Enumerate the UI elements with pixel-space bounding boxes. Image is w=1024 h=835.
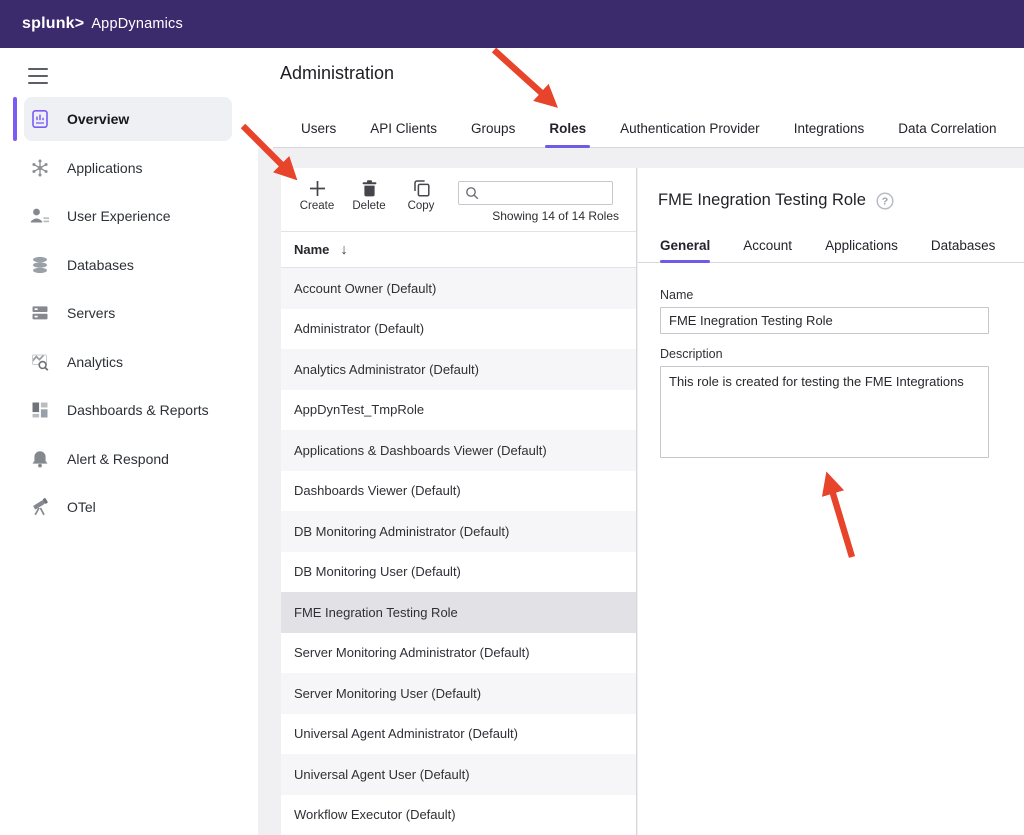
- role-row[interactable]: AppDynTest_TmpRole: [281, 390, 636, 431]
- otel-icon: [30, 497, 50, 517]
- admin-tabs: Users API Clients Groups Roles Authentic…: [301, 110, 997, 148]
- sidebar-item-user-experience[interactable]: User Experience: [0, 194, 258, 238]
- topbar: splunk> AppDynamics: [0, 0, 1024, 48]
- role-row[interactable]: Server Monitoring User (Default): [281, 673, 636, 714]
- sidebar: Overview Applications: [0, 48, 258, 835]
- sort-descending-icon[interactable]: ↓: [340, 242, 347, 258]
- role-row[interactable]: Universal Agent User (Default): [281, 754, 636, 795]
- sidebar-item-servers[interactable]: Servers: [0, 291, 258, 335]
- sidebar-item-label: Databases: [67, 257, 134, 273]
- roles-column-header: Name ↓: [281, 232, 636, 268]
- sidebar-item-label: OTel: [67, 499, 96, 515]
- role-description-textarea[interactable]: This role is created for testing the FME…: [660, 366, 989, 458]
- sidebar-item-alert-respond[interactable]: Alert & Respond: [0, 437, 258, 481]
- tab-integrations[interactable]: Integrations: [794, 110, 865, 148]
- tab-api-clients[interactable]: API Clients: [370, 110, 437, 148]
- role-row[interactable]: Analytics Administrator (Default): [281, 349, 636, 390]
- roles-count-text: Showing 14 of 14 Roles: [492, 209, 619, 223]
- sidebar-item-databases[interactable]: Databases: [0, 243, 258, 287]
- copy-button-label: Copy: [408, 200, 435, 212]
- dashboards-reports-icon: [30, 400, 50, 420]
- sidebar-item-label: User Experience: [67, 208, 171, 224]
- sidebar-item-analytics[interactable]: Analytics: [0, 340, 258, 384]
- tab-roles[interactable]: Roles: [549, 110, 586, 148]
- sidebar-item-label: Overview: [67, 111, 129, 127]
- alert-respond-icon: [30, 449, 50, 469]
- copy-icon: [412, 179, 431, 198]
- delete-button-label: Delete: [352, 200, 385, 212]
- trash-icon: [360, 179, 379, 198]
- roles-toolbar: Create Delete Copy: [281, 168, 636, 232]
- sidebar-item-overview[interactable]: Overview: [24, 97, 232, 141]
- role-row[interactable]: Universal Agent Administrator (Default): [281, 714, 636, 755]
- splunk-logo: splunk>: [22, 15, 84, 33]
- role-row[interactable]: Applications & Dashboards Viewer (Defaul…: [281, 430, 636, 471]
- analytics-icon: [30, 352, 50, 372]
- create-button[interactable]: Create: [291, 175, 343, 212]
- tab-users[interactable]: Users: [301, 110, 336, 148]
- databases-icon: [30, 255, 50, 275]
- sidebar-item-applications[interactable]: Applications: [0, 146, 258, 190]
- description-field-label: Description: [660, 347, 1024, 361]
- tab-authentication-provider[interactable]: Authentication Provider: [620, 110, 760, 148]
- role-row[interactable]: DB Monitoring Administrator (Default): [281, 511, 636, 552]
- role-row[interactable]: Server Monitoring Administrator (Default…: [281, 633, 636, 674]
- roles-search-box[interactable]: [458, 181, 613, 205]
- sidebar-item-label: Applications: [67, 160, 143, 176]
- sidebar-item-label: Servers: [67, 305, 115, 321]
- name-field-label: Name: [660, 288, 1024, 302]
- appdynamics-logo-text: AppDynamics: [91, 16, 183, 32]
- role-row[interactable]: DB Monitoring User (Default): [281, 552, 636, 593]
- sidebar-nav: Overview Applications: [0, 97, 258, 529]
- tab-data-correlation[interactable]: Data Correlation: [898, 110, 996, 148]
- roles-search-input[interactable]: [484, 186, 612, 200]
- tab-applications[interactable]: Applications: [825, 232, 898, 262]
- roles-list-panel: Create Delete Copy: [281, 168, 637, 835]
- name-column-label: Name: [294, 242, 329, 257]
- role-row[interactable]: Workflow Executor (Default): [281, 795, 636, 835]
- svg-text:?: ?: [882, 195, 888, 207]
- hamburger-menu-icon[interactable]: [28, 68, 48, 84]
- role-detail-tabs: General Account Applications Databases: [638, 232, 1024, 263]
- copy-button[interactable]: Copy: [395, 175, 447, 212]
- user-experience-icon: [30, 206, 50, 226]
- roles-list: Account Owner (Default) Administrator (D…: [281, 268, 636, 835]
- servers-icon: [30, 303, 50, 323]
- admin-header: Administration Users API Clients Groups …: [258, 48, 1024, 148]
- sidebar-item-label: Alert & Respond: [67, 451, 169, 467]
- create-button-label: Create: [300, 200, 335, 212]
- applications-icon: [30, 158, 50, 178]
- sidebar-item-dashboards-reports[interactable]: Dashboards & Reports: [0, 388, 258, 432]
- role-row-selected[interactable]: FME Inegration Testing Role: [281, 592, 636, 633]
- sidebar-item-label: Dashboards & Reports: [67, 402, 209, 418]
- sidebar-item-otel[interactable]: OTel: [0, 485, 258, 529]
- tab-databases[interactable]: Databases: [931, 232, 996, 262]
- tab-account[interactable]: Account: [743, 232, 792, 262]
- role-detail-panel: FME Inegration Testing Role ? General Ac…: [638, 168, 1024, 835]
- page-title: Administration: [280, 63, 394, 84]
- overview-icon: [30, 109, 50, 129]
- role-row[interactable]: Account Owner (Default): [281, 268, 636, 309]
- tab-general[interactable]: General: [660, 232, 710, 262]
- plus-icon: [308, 179, 327, 198]
- delete-button[interactable]: Delete: [343, 175, 395, 212]
- question-circle-icon[interactable]: ?: [876, 192, 894, 210]
- role-detail-title: FME Inegration Testing Role: [658, 191, 866, 210]
- role-row[interactable]: Dashboards Viewer (Default): [281, 471, 636, 512]
- search-icon: [465, 186, 479, 200]
- tab-groups[interactable]: Groups: [471, 110, 515, 148]
- sidebar-item-label: Analytics: [67, 354, 123, 370]
- role-row[interactable]: Administrator (Default): [281, 309, 636, 350]
- role-name-input[interactable]: [660, 307, 989, 334]
